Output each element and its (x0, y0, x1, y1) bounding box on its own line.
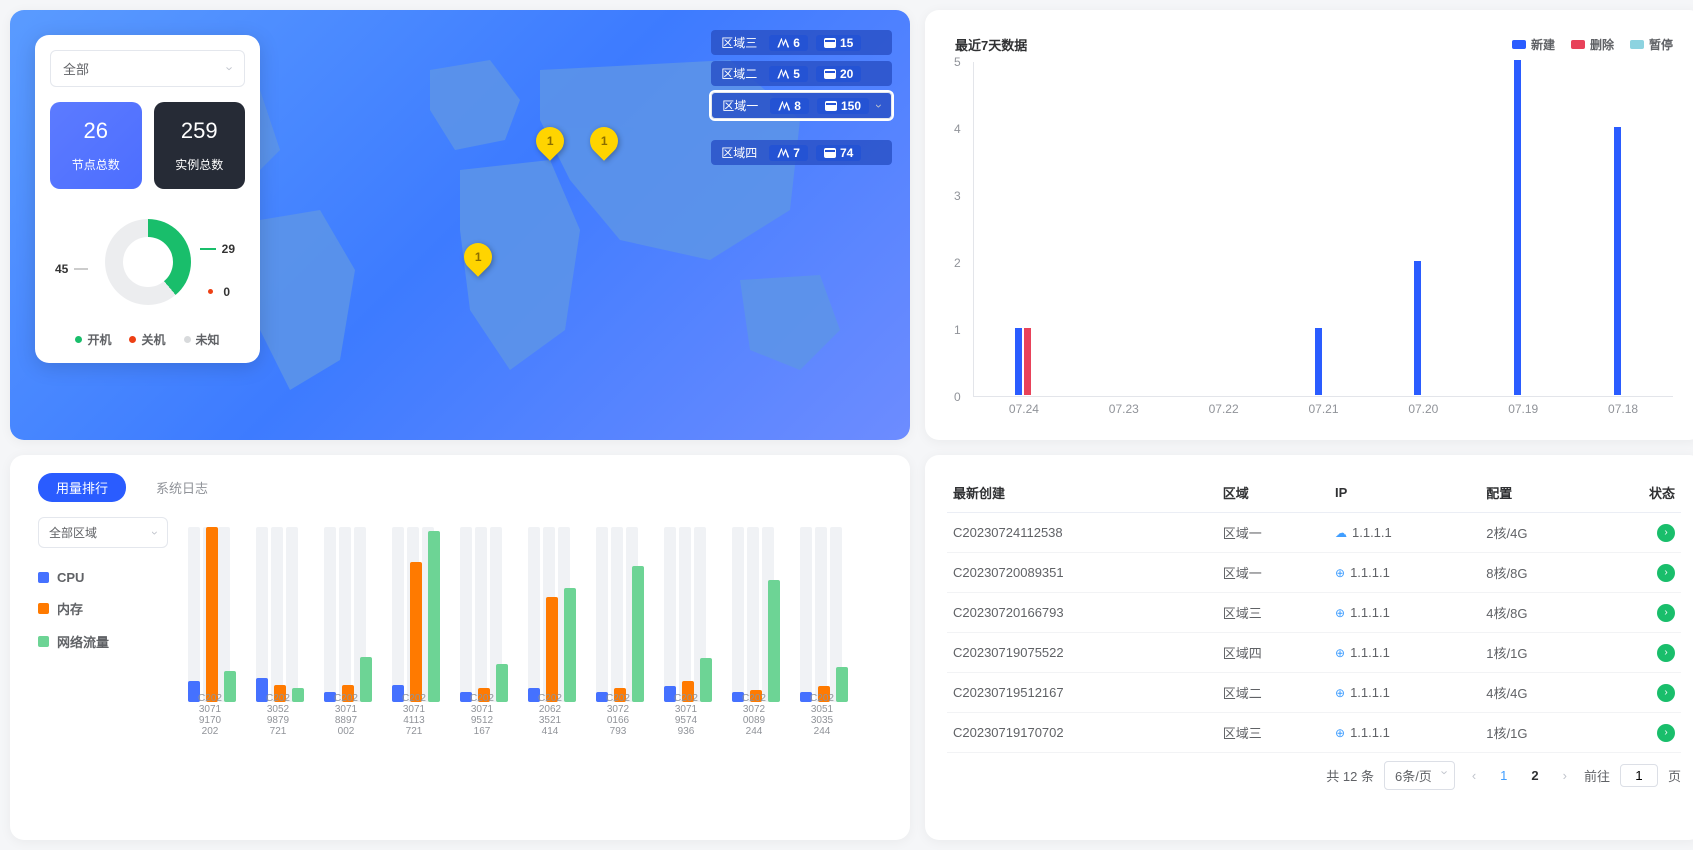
table-body: C20230724112538区域一☁1.1.1.12核/4G›C2023072… (947, 513, 1681, 753)
bar (1614, 127, 1621, 395)
bar (1414, 261, 1421, 395)
status-dot: › (1657, 564, 1675, 582)
status-dot: › (1657, 684, 1675, 702)
globe-icon: ⊕ (1335, 646, 1345, 660)
pager-input[interactable] (1620, 764, 1658, 787)
table-row[interactable]: C20230724112538区域一☁1.1.1.12核/4G› (947, 513, 1681, 553)
th-spec: 配置 (1480, 473, 1597, 513)
usage-bar-group (732, 580, 780, 703)
usage-label: C20230720166793 (593, 693, 643, 737)
usage-chart: C20230719170202 C20230529879721 C202307188… (188, 517, 882, 737)
usage-label: C20220623521414 (525, 693, 575, 737)
table-row[interactable]: C20230720166793区域三⊕1.1.1.14核/8G› (947, 593, 1681, 633)
globe-icon: ⊕ (1335, 606, 1345, 620)
usage-label: C20230719574936 (661, 693, 711, 737)
th-status: 状态 (1597, 473, 1681, 513)
region-item[interactable]: 区域二520 (711, 61, 892, 86)
usage-panel: 用量排行 系统日志 全部区域 CPU 内存 网络流量 C202307191702… (10, 455, 910, 840)
chart-area: 01234507.2407.2307.2207.2107.2007.1907.1… (973, 62, 1673, 397)
map-marker[interactable]: 1 (464, 243, 492, 281)
status-donut: 29 0 45 (50, 207, 245, 317)
table-row[interactable]: C20230719075522区域四⊕1.1.1.11核/1G› (947, 633, 1681, 673)
usage-bar-group (392, 531, 440, 703)
map-marker[interactable]: 1 (590, 127, 618, 165)
legend-cpu[interactable]: CPU (38, 570, 168, 585)
legend-new[interactable]: 新建 (1512, 36, 1555, 53)
status-dot: › (1657, 644, 1675, 662)
region-select[interactable]: 全部 (50, 50, 245, 87)
usage-label: C20230718897002 (321, 693, 371, 737)
usage-region-select[interactable]: 全部区域 (38, 517, 168, 548)
th-name: 最新创建 (947, 473, 1217, 513)
legend-unknown: 未知 (184, 331, 220, 348)
tab-usage[interactable]: 用量排行 (38, 473, 126, 502)
stat-instances: 259 实例总数 (154, 102, 246, 189)
bar (1514, 60, 1521, 395)
stat-nodes: 26 节点总数 (50, 102, 142, 189)
bar (1315, 328, 1322, 395)
usage-bar-group (596, 566, 644, 703)
legend-off: 关机 (129, 331, 165, 348)
tab-syslog[interactable]: 系统日志 (138, 473, 226, 502)
globe-icon: ⊕ (1335, 726, 1345, 740)
control-panel: 全部 26 节点总数 259 实例总数 29 0 45 开机 关机 (35, 35, 260, 363)
legend-net[interactable]: 网络流量 (38, 632, 168, 651)
bar (1024, 328, 1031, 395)
th-region: 区域 (1217, 473, 1329, 513)
region-item[interactable]: 区域四774 (711, 140, 892, 165)
pager-1[interactable]: 1 (1493, 766, 1514, 785)
globe-icon: ⊕ (1335, 686, 1345, 700)
pager-total: 共 12 条 (1326, 766, 1374, 785)
region-list: 区域三615 区域二520 区域一8150 区域四774 (711, 30, 892, 165)
usage-label: C20230720089244 (729, 693, 779, 737)
usage-bar-group (188, 527, 236, 702)
globe-icon: ☁ (1335, 526, 1347, 540)
table-row[interactable]: C20230719170702区域三⊕1.1.1.11核/1G› (947, 713, 1681, 753)
legend-del[interactable]: 删除 (1571, 36, 1614, 53)
status-dot: › (1657, 524, 1675, 542)
usage-label: C20230719512167 (457, 693, 507, 737)
status-dot: › (1657, 604, 1675, 622)
legend-on: 开机 (75, 331, 111, 348)
globe-icon: ⊕ (1335, 566, 1345, 580)
map-marker[interactable]: 1 (536, 127, 564, 165)
region-item[interactable]: 区域三615 (711, 30, 892, 55)
table-row[interactable]: C20230719512167区域二⊕1.1.1.14核/4G› (947, 673, 1681, 713)
legend-pause[interactable]: 暂停 (1630, 36, 1673, 53)
pager: 共 12 条 6条/页 ‹ 1 2 › 前往 页 (947, 753, 1681, 790)
region-item[interactable]: 区域一8150 (711, 92, 892, 119)
pager-next[interactable]: › (1556, 766, 1574, 785)
pager-2[interactable]: 2 (1524, 766, 1545, 785)
bar (1015, 328, 1022, 395)
instance-table: 最新创建 区域 IP 配置 状态 C20230724112538区域一☁1.1.… (947, 473, 1681, 753)
table-panel: 最新创建 区域 IP 配置 状态 C20230724112538区域一☁1.1.… (925, 455, 1693, 840)
status-dot: › (1657, 724, 1675, 742)
table-row[interactable]: C20230720089351区域一⊕1.1.1.18核/8G› (947, 553, 1681, 593)
seven-day-chart: 最近7天数据 新建 删除 暂停 01234507.2407.2307.2207.… (925, 10, 1693, 440)
usage-label: C20230529879721 (253, 693, 303, 737)
pager-prev[interactable]: ‹ (1465, 766, 1483, 785)
map-panel: 全部 26 节点总数 259 实例总数 29 0 45 开机 关机 (10, 10, 910, 440)
chart-title: 最近7天数据 (955, 35, 1027, 54)
th-ip: IP (1329, 473, 1480, 513)
usage-label: C20230719170202 (185, 693, 235, 737)
usage-label: C20230714113721 (389, 693, 439, 737)
usage-label: C20230513035244 (797, 693, 847, 737)
usage-bar-group (528, 588, 576, 702)
pager-size[interactable]: 6条/页 (1384, 761, 1455, 790)
legend-mem[interactable]: 内存 (38, 599, 168, 618)
